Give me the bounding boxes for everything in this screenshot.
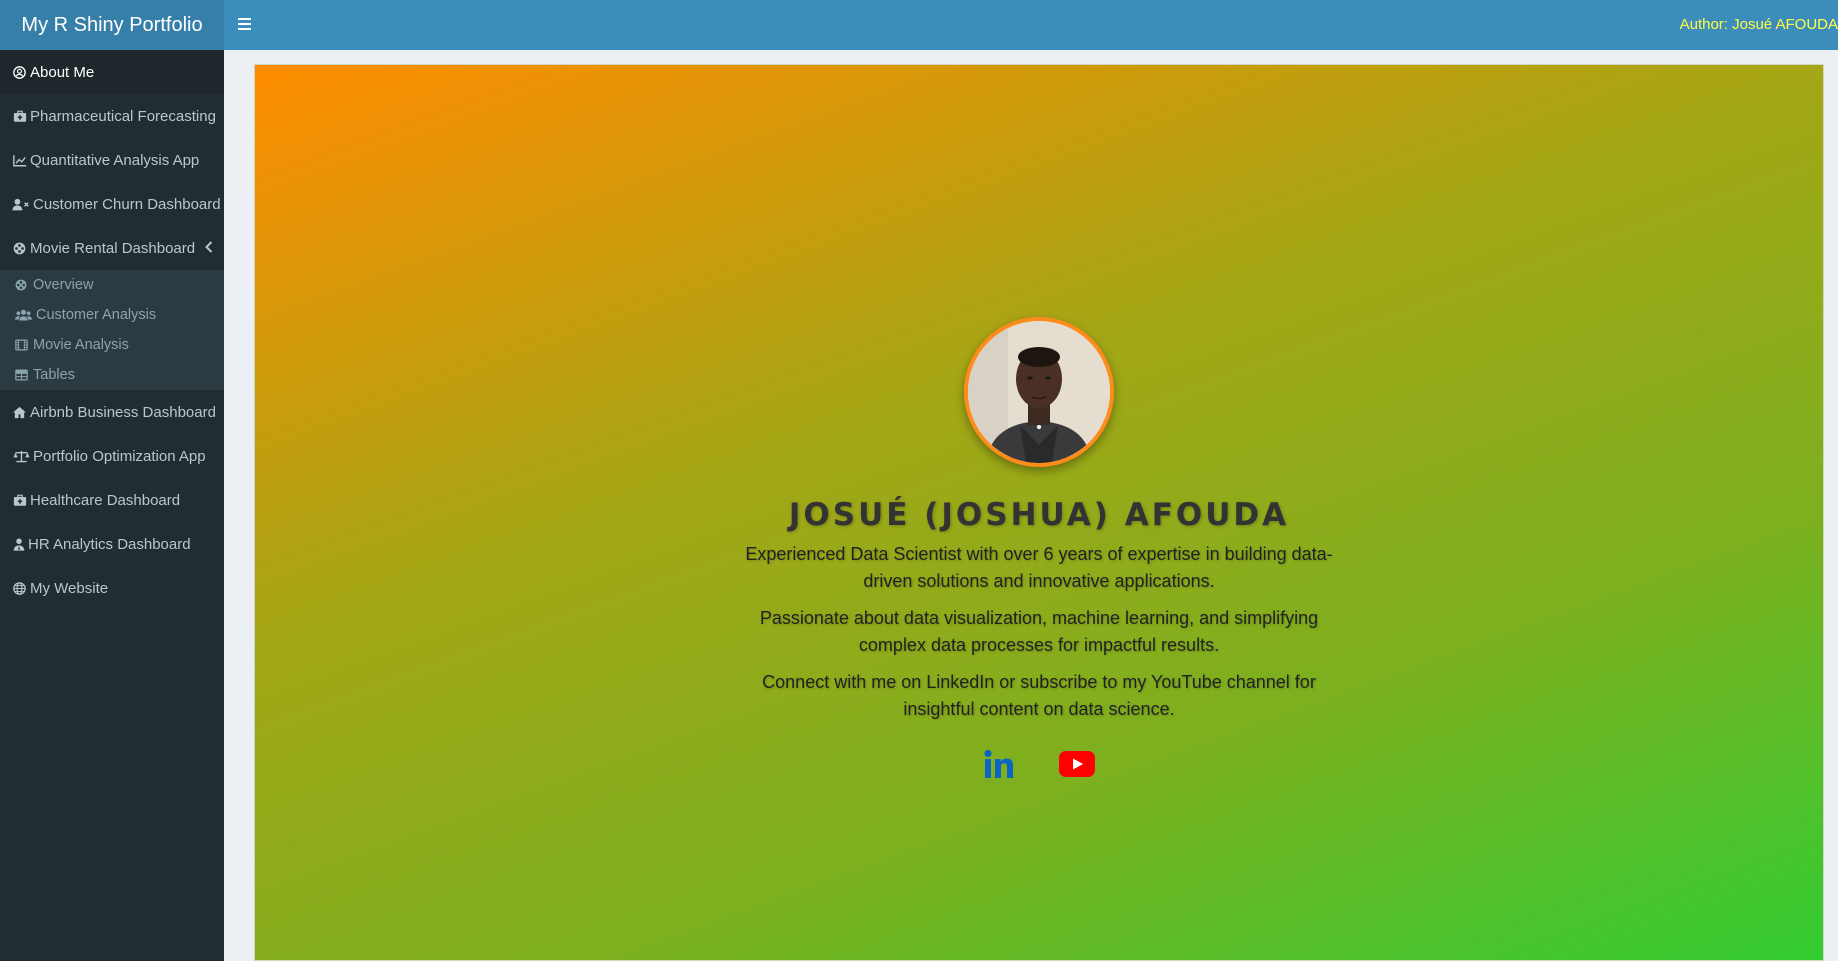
briefcase-medical-icon (12, 109, 27, 124)
hamburger-line (238, 28, 251, 30)
profile-name: JOSUÉ (JOSHUA) AFOUDA (788, 497, 1290, 533)
sidebar-item-label: Portfolio Optimization App (33, 447, 206, 465)
user-circle-icon (12, 65, 27, 80)
film-reel-icon (12, 241, 27, 256)
sidebar-item-my-website[interactable]: My Website (0, 566, 224, 610)
about-me-panel: JOSUÉ (JOSHUA) AFOUDA Experienced Data S… (254, 64, 1824, 961)
sidebar-item-label: Healthcare Dashboard (30, 491, 181, 509)
linkedin-link[interactable] (983, 749, 1015, 779)
social-links (255, 749, 1823, 779)
sidebar-item-hr-analytics-dashboard[interactable]: HR Analytics Dashboard (0, 522, 224, 566)
sidebar-toggle-button[interactable] (238, 15, 256, 35)
top-navbar: Author: Josué AFOUDA (224, 0, 1838, 50)
hamburger-icon (238, 18, 251, 20)
user-tie-icon (12, 537, 25, 552)
youtube-icon (1059, 751, 1095, 777)
submenu-item-customer-analysis[interactable]: Customer Analysis (0, 300, 224, 330)
submenu-item-label: Overview (33, 277, 94, 293)
linkedin-icon (984, 749, 1013, 778)
profile-photo (964, 317, 1114, 467)
film-icon (15, 338, 30, 352)
sidebar-item-label: Movie Rental Dashboard (30, 239, 196, 257)
sidebar-item-airbnb-business-dashboard[interactable]: Airbnb Business Dashboard (0, 390, 224, 434)
sidebar-item-customer-churn-dashboard[interactable]: Customer Churn Dashboard (0, 182, 224, 226)
hamburger-line (238, 23, 251, 25)
sidebar-item-label: Airbnb Business Dashboard (30, 403, 216, 421)
sidebar-item-quantitative-analysis-app[interactable]: Quantitative Analysis App (0, 138, 224, 182)
profile-passion-text: Passionate about data visualization, mac… (759, 608, 1319, 655)
submenu-item-label: Customer Analysis (36, 307, 157, 323)
home-icon (12, 405, 27, 420)
sidebar-item-label: Customer Churn Dashboard (33, 195, 221, 213)
users-icon (15, 308, 33, 322)
sidebar: About Me Pharmaceutical Forecasting Quan… (0, 50, 224, 961)
sidebar-item-portfolio-optimization-app[interactable]: Portfolio Optimization App (0, 434, 224, 478)
submenu-item-overview[interactable]: Overview (0, 270, 224, 300)
sidebar-item-label: Quantitative Analysis App (30, 151, 200, 169)
sidebar-item-label: Pharmaceutical Forecasting (30, 107, 216, 125)
sidebar-item-movie-rental-dashboard[interactable]: Movie Rental Dashboard (0, 226, 224, 270)
globe-icon (12, 581, 27, 596)
movie-rental-submenu: Overview Customer Analysis Movie Analysi… (0, 270, 224, 390)
sidebar-item-healthcare-dashboard[interactable]: Healthcare Dashboard (0, 478, 224, 522)
medkit-icon (12, 493, 27, 508)
balance-scale-icon (12, 449, 30, 464)
sidebar-item-label: About Me (30, 63, 95, 81)
sidebar-item-label: HR Analytics Dashboard (28, 535, 191, 553)
sidebar-item-about-me[interactable]: About Me (0, 50, 224, 94)
author-label: Author: Josué AFOUDA (1679, 16, 1838, 33)
submenu-item-movie-analysis[interactable]: Movie Analysis (0, 330, 224, 360)
submenu-item-tables[interactable]: Tables (0, 360, 224, 390)
youtube-link[interactable] (1059, 751, 1095, 777)
chevron-left-icon (205, 240, 213, 257)
submenu-item-label: Tables (33, 367, 75, 383)
profile-connect-text: Connect with me on LinkedIn or subscribe… (762, 672, 1316, 719)
film-reel-icon (15, 278, 30, 292)
sidebar-item-label: My Website (30, 579, 109, 597)
submenu-item-label: Movie Analysis (33, 337, 129, 353)
profile-intro-text: Experienced Data Scientist with over 6 y… (745, 544, 1333, 591)
line-chart-icon (12, 153, 27, 168)
user-times-icon (12, 197, 30, 212)
table-icon (15, 368, 30, 382)
sidebar-item-pharmaceutical-forecasting[interactable]: Pharmaceutical Forecasting (0, 94, 224, 138)
app-title[interactable]: My R Shiny Portfolio (0, 0, 224, 50)
profile-section: JOSUÉ (JOSHUA) AFOUDA Experienced Data S… (255, 317, 1823, 779)
